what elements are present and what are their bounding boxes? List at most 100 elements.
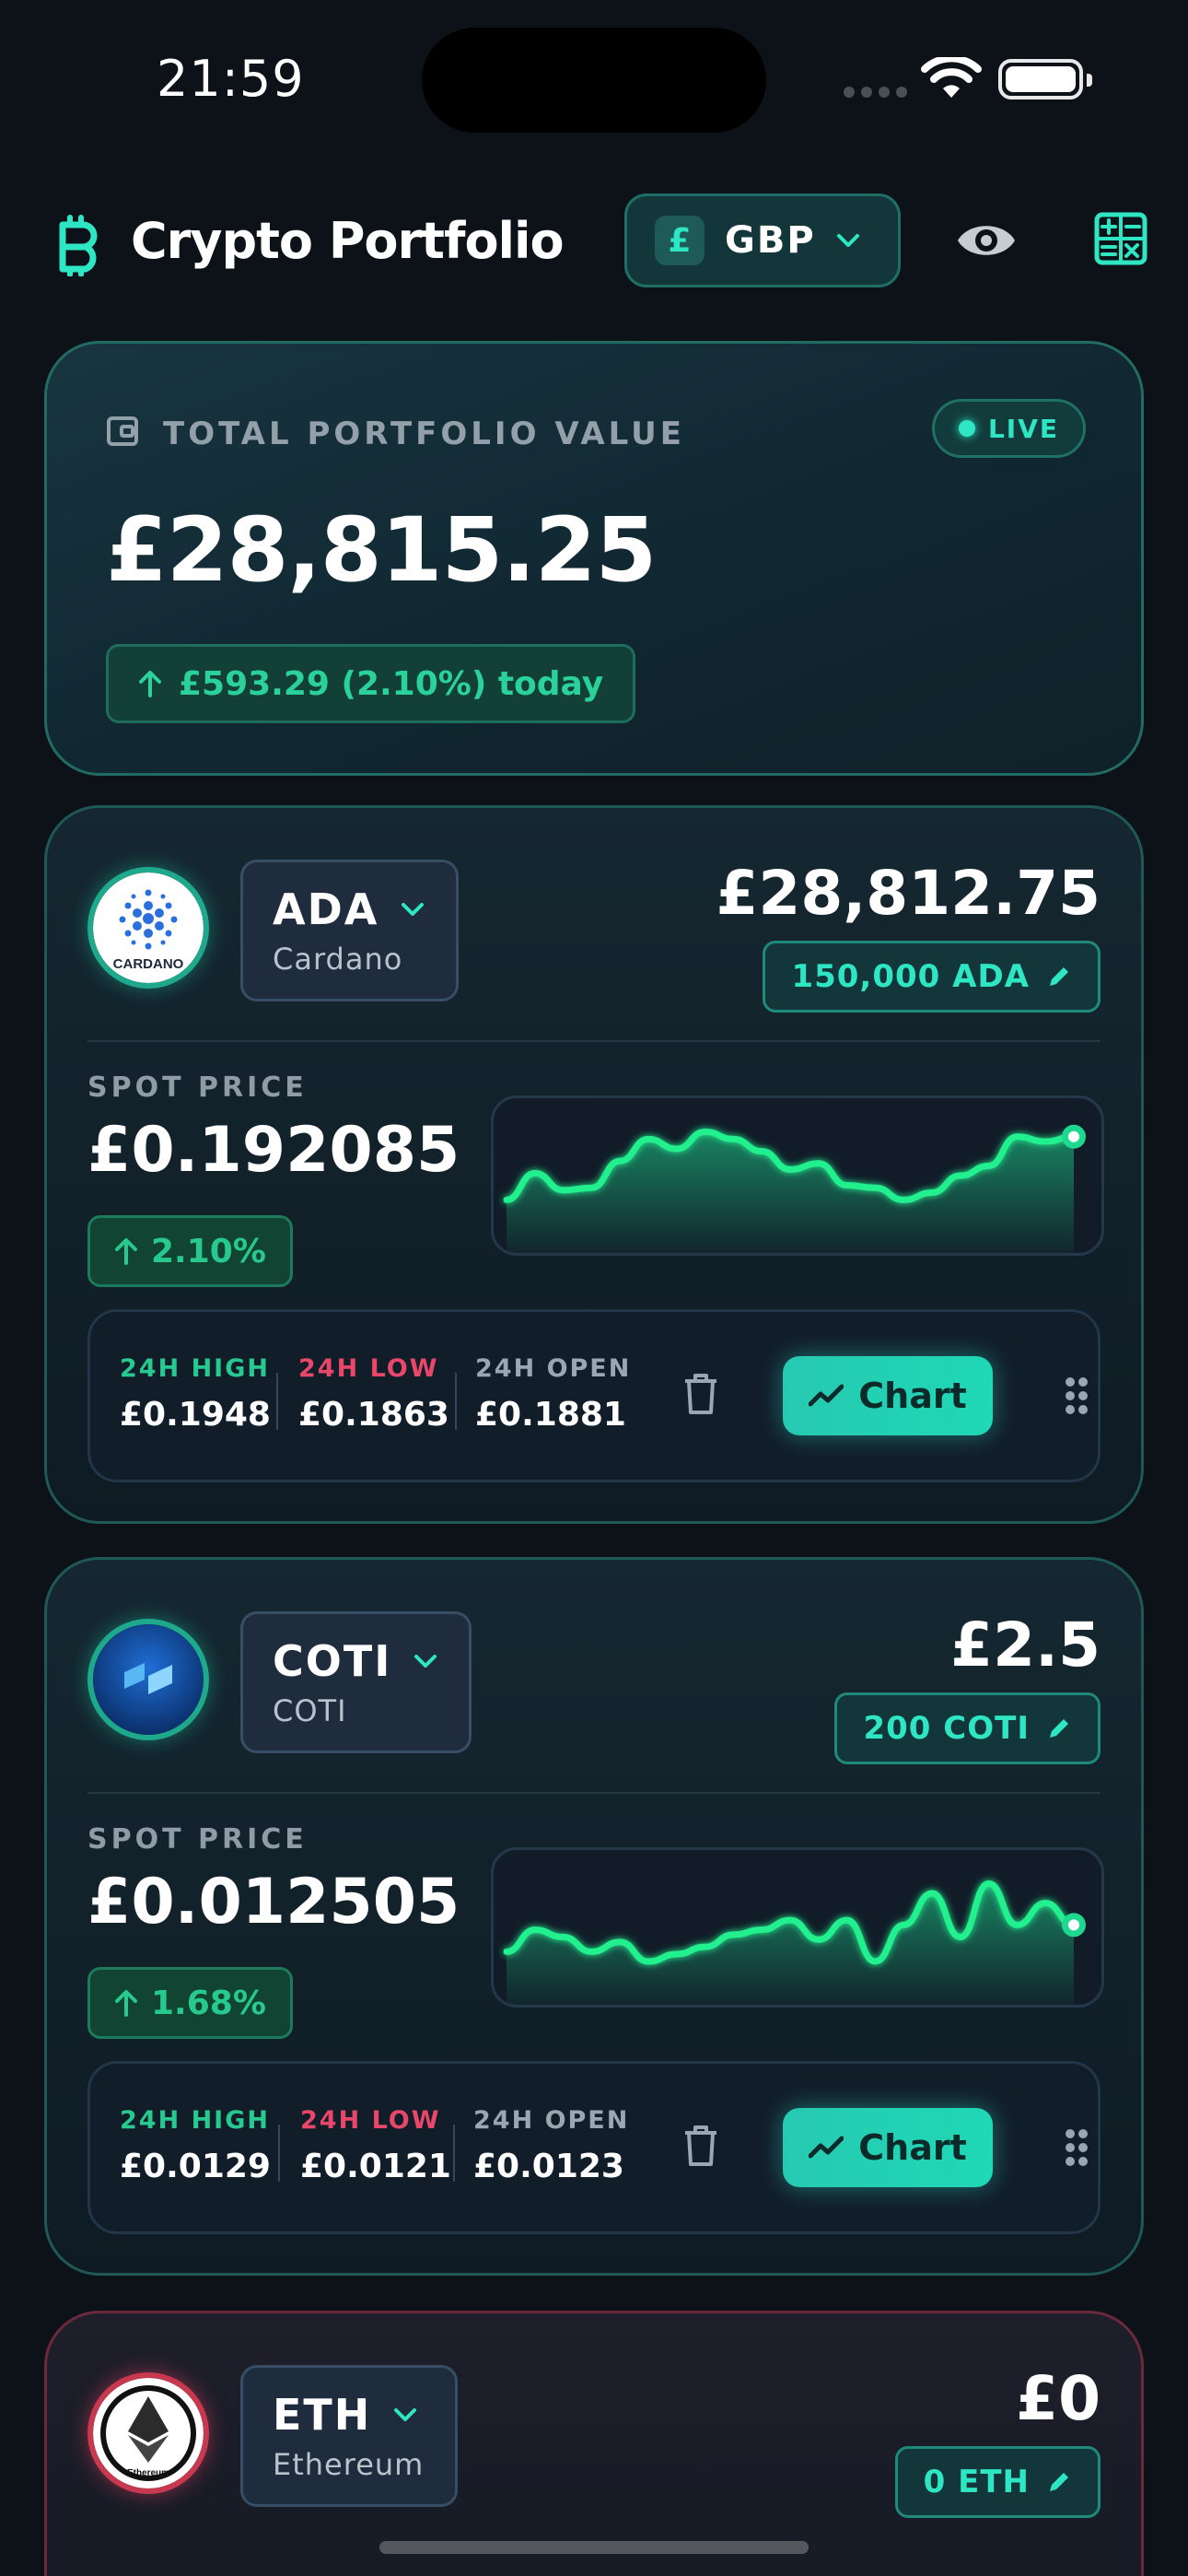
wallet-icon bbox=[107, 416, 138, 446]
drag-handle-icon[interactable] bbox=[1065, 2128, 1089, 2167]
coin-card-eth: Ethereum ETH Ethereum £0 0 ETH bbox=[44, 2311, 1144, 2576]
coti-logo bbox=[87, 1619, 209, 1740]
calculator-icon[interactable] bbox=[1094, 212, 1147, 265]
price-change-chip: 1.68% bbox=[87, 1967, 293, 2039]
coin-holding-value: £0 bbox=[1016, 2363, 1101, 2434]
stat-24h-low: 24H LOW £0.1863 bbox=[298, 1354, 449, 1434]
sparkline-area bbox=[507, 1131, 1074, 1253]
chart-button-label: Chart bbox=[858, 2127, 967, 2168]
stat-value: £0.0121 bbox=[300, 2148, 451, 2185]
coin-symbol: ADA bbox=[273, 884, 379, 934]
home-indicator[interactable] bbox=[379, 2541, 809, 2554]
cardano-logo-text: CARDANO bbox=[113, 956, 184, 972]
sparkline-chart[interactable] bbox=[491, 1847, 1104, 2008]
chevron-down-icon bbox=[836, 234, 859, 247]
sparkline-chart[interactable] bbox=[491, 1095, 1104, 1256]
drag-handle-icon[interactable] bbox=[1065, 1376, 1089, 1415]
bitcoin-icon bbox=[59, 215, 98, 276]
stat-24h-open: 24H OPEN £0.0123 bbox=[473, 2106, 629, 2185]
sparkline-current-point-center bbox=[1068, 1130, 1079, 1142]
edit-quantity-button[interactable]: 150,000 ADA bbox=[763, 941, 1101, 1013]
spot-price-label: SPOT PRICE bbox=[87, 1823, 308, 1856]
trash-icon[interactable] bbox=[683, 1373, 718, 1415]
live-badge: LIVE bbox=[931, 399, 1086, 458]
coin-name: Cardano bbox=[273, 942, 403, 977]
coin-selector-eth[interactable]: ETH Ethereum bbox=[240, 2365, 459, 2507]
stats-panel: 24H HIGH £0.0129 24H LOW £0.0121 24H OPE… bbox=[87, 2061, 1101, 2234]
stat-24h-high: 24H HIGH £0.0129 bbox=[120, 2106, 271, 2185]
stat-value: £0.1863 bbox=[298, 1396, 449, 1434]
stat-value: £0.1948 bbox=[120, 1396, 271, 1434]
stat-label: 24H OPEN bbox=[473, 2106, 630, 2135]
chevron-down-icon bbox=[402, 903, 425, 916]
trash-icon[interactable] bbox=[683, 2125, 718, 2167]
coin-selector-ada[interactable]: ADA Cardano bbox=[240, 860, 460, 1001]
coin-selector-coti[interactable]: COTI COTI bbox=[240, 1611, 472, 1753]
coin-holding-value: £28,812.75 bbox=[716, 858, 1101, 929]
cardano-logo: CARDANO bbox=[87, 867, 209, 989]
divider bbox=[87, 1792, 1101, 1794]
total-portfolio-card: TOTAL PORTFOLIO VALUE LIVE £28,815.25 £5… bbox=[44, 341, 1144, 776]
price-change-pct: 1.68% bbox=[151, 1984, 266, 2022]
price-change-pct: 2.10% bbox=[151, 1232, 266, 1270]
arrow-up-icon bbox=[115, 1990, 137, 2017]
sparkline-current-point-center bbox=[1068, 1919, 1079, 1931]
edit-quantity-button[interactable]: 0 ETH bbox=[894, 2446, 1101, 2518]
stats-panel: 24H HIGH £0.1948 24H LOW £0.1863 24H OPE… bbox=[87, 1309, 1101, 1482]
wifi-icon bbox=[921, 57, 982, 98]
chart-button[interactable]: Chart bbox=[783, 2108, 993, 2187]
live-indicator-dot bbox=[958, 420, 975, 437]
today-change-text: £593.29 (2.10%) today bbox=[179, 664, 604, 703]
stat-separator bbox=[276, 1373, 278, 1430]
currency-symbol-badge: £ bbox=[655, 216, 705, 265]
stat-label: 24H LOW bbox=[300, 2106, 441, 2135]
total-portfolio-value: £28,815.25 bbox=[106, 498, 657, 602]
stat-separator bbox=[278, 2125, 280, 2182]
coin-quantity: 0 ETH bbox=[923, 2464, 1030, 2500]
today-change-chip: £593.29 (2.10%) today bbox=[106, 644, 636, 723]
stat-24h-open: 24H OPEN £0.1881 bbox=[475, 1354, 631, 1434]
spot-price-value: £0.192085 bbox=[87, 1114, 460, 1187]
stat-separator bbox=[455, 1373, 457, 1430]
currency-selector-button[interactable]: £ GBP bbox=[624, 193, 901, 287]
coin-quantity: 150,000 ADA bbox=[791, 958, 1030, 995]
coin-card-coti: COTI COTI £2.5 200 COTI SPOT PRICE £0.01… bbox=[44, 1557, 1144, 2276]
divider bbox=[87, 1040, 1101, 1042]
eye-icon[interactable] bbox=[954, 212, 1019, 269]
pencil-icon bbox=[1050, 2473, 1068, 2491]
dynamic-island bbox=[422, 28, 766, 133]
chart-button[interactable]: Chart bbox=[783, 1356, 993, 1435]
sparkline-area bbox=[507, 1883, 1074, 2005]
stat-24h-high: 24H HIGH £0.1948 bbox=[120, 1354, 271, 1434]
coin-symbol: COTI bbox=[273, 1636, 392, 1686]
coin-holding-value: £2.5 bbox=[950, 1610, 1101, 1680]
coin-name: COTI bbox=[273, 1693, 347, 1728]
pencil-icon bbox=[1050, 1719, 1068, 1738]
trending-up-icon bbox=[809, 2136, 844, 2159]
coin-card-ada: CARDANO ADA Cardano £28,812.75 150,000 A… bbox=[44, 805, 1144, 1524]
stat-label: 24H LOW bbox=[298, 1354, 439, 1383]
chevron-down-icon bbox=[414, 1655, 437, 1668]
battery-icon bbox=[998, 59, 1092, 100]
arrow-up-icon bbox=[115, 1238, 137, 1265]
chart-button-label: Chart bbox=[858, 1376, 967, 1416]
stat-value: £0.1881 bbox=[475, 1396, 626, 1434]
ethereum-logo: Ethereum bbox=[87, 2372, 209, 2494]
app-title: Crypto Portfolio bbox=[131, 212, 565, 270]
edit-quantity-button[interactable]: 200 COTI bbox=[834, 1692, 1101, 1764]
chevron-down-icon bbox=[394, 2408, 417, 2421]
coin-quantity: 200 COTI bbox=[863, 1710, 1030, 1747]
coin-name: Ethereum bbox=[273, 2447, 425, 2482]
stat-label: 24H HIGH bbox=[120, 2106, 270, 2135]
price-change-chip: 2.10% bbox=[87, 1215, 293, 1287]
stat-label: 24H OPEN bbox=[475, 1354, 632, 1383]
stat-24h-low: 24H LOW £0.0121 bbox=[300, 2106, 451, 2185]
currency-code: GBP bbox=[725, 219, 816, 262]
live-label: LIVE bbox=[987, 413, 1059, 444]
spot-price-value: £0.012505 bbox=[87, 1866, 460, 1938]
stat-value: £0.0129 bbox=[120, 2148, 271, 2185]
stat-value: £0.0123 bbox=[473, 2148, 624, 2185]
status-time: 21:59 bbox=[157, 50, 305, 108]
arrow-up-icon bbox=[139, 671, 161, 697]
stat-label: 24H HIGH bbox=[120, 1354, 270, 1383]
